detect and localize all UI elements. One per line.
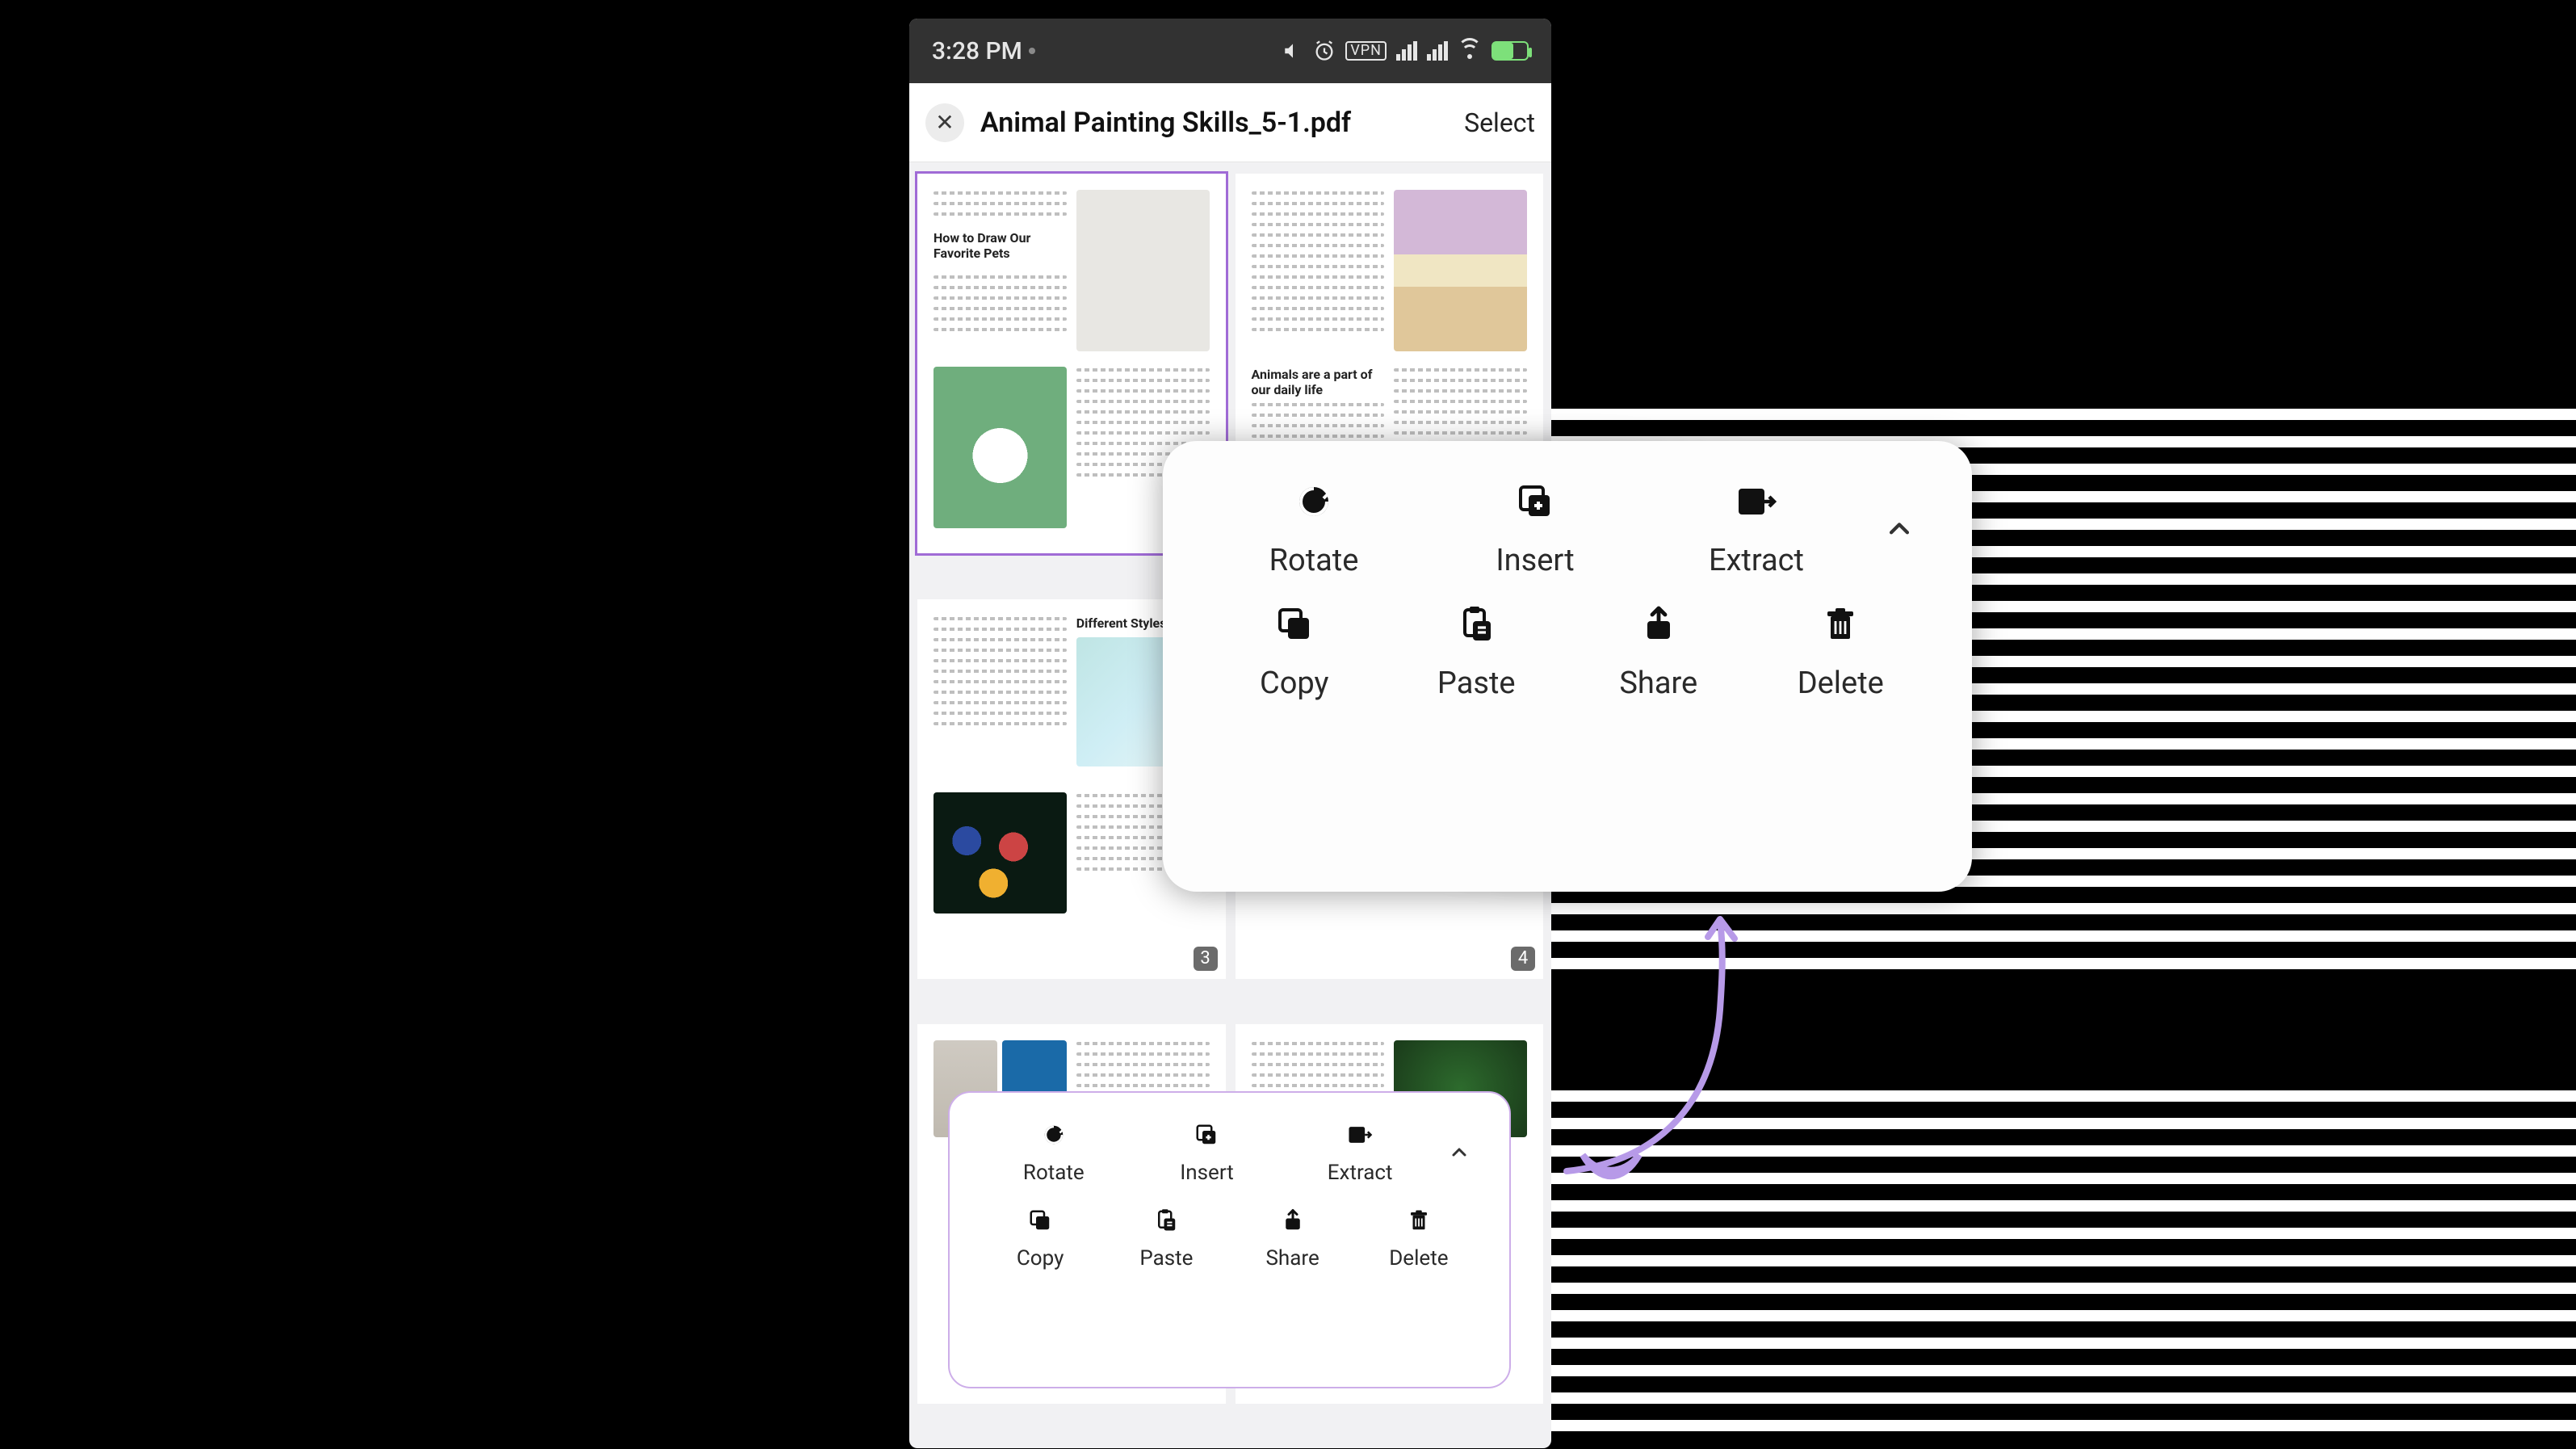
paste-icon [1454,603,1498,646]
page-1-heading: How to Draw Our Favorite Pets [933,230,1067,261]
signal-1-icon [1396,41,1417,61]
select-button[interactable]: Select [1464,107,1535,138]
status-time: 3:28 PM [932,37,1035,65]
action-label: Rotate [1269,543,1359,578]
copy-button[interactable]: Copy [1203,603,1386,701]
action-label: Share [1265,1246,1319,1270]
delete-icon [1819,603,1862,646]
paste-button[interactable]: Paste [1386,603,1568,701]
status-bar: 3:28 PM VPN [909,19,1551,83]
status-dot [1029,48,1035,54]
extract-icon [1735,480,1778,523]
action-label: Copy [1260,666,1329,701]
copy-button[interactable]: Copy [977,1206,1103,1270]
battery-icon [1491,41,1529,61]
insert-icon [1192,1120,1221,1149]
paste-button[interactable]: Paste [1103,1206,1229,1270]
action-label: Insert [1180,1161,1234,1185]
page-number: 3 [1194,947,1218,971]
chevron-up-icon [1886,515,1913,543]
rotate-icon [1039,1120,1068,1149]
extract-button[interactable]: Extract [1646,480,1867,578]
copy-icon [1026,1206,1055,1235]
action-label: Rotate [1023,1161,1085,1185]
page-actions-toolbar: Rotate Insert Extract Copy [948,1091,1511,1388]
paste-icon [1152,1206,1181,1235]
close-icon: ✕ [935,109,954,136]
rotate-button[interactable]: Rotate [1203,480,1424,578]
action-label: Delete [1798,666,1884,701]
vpn-badge: VPN [1345,41,1387,61]
delete-button[interactable]: Delete [1750,603,1932,701]
page-3-image-paintcups [933,792,1067,914]
action-label: Insert [1496,543,1574,578]
wifi-icon [1458,41,1482,61]
action-label: Delete [1389,1246,1448,1270]
share-icon [1637,603,1680,646]
extract-icon [1345,1120,1374,1149]
page-2-image-palette [1394,190,1527,351]
insert-button[interactable]: Insert [1424,480,1646,578]
mute-icon [1282,40,1303,61]
share-button[interactable]: Share [1230,1206,1356,1270]
action-label: Paste [1437,666,1516,701]
action-label: Share [1619,666,1697,701]
insert-icon [1513,480,1557,523]
rotate-icon [1292,480,1336,523]
decorative-stripes-bottom [1551,1090,2576,1446]
page-actions-callout: Rotate Insert Extract Copy [1163,441,1972,892]
share-button[interactable]: Share [1567,603,1750,701]
close-button[interactable]: ✕ [925,103,964,142]
collapse-toggle[interactable] [1437,1120,1482,1185]
action-label: Paste [1139,1246,1193,1270]
rotate-button[interactable]: Rotate [977,1120,1131,1185]
action-label: Copy [1017,1246,1064,1270]
copy-icon [1273,603,1316,646]
share-icon [1278,1206,1307,1235]
document-title: Animal Painting Skills_5-1.pdf [980,107,1464,139]
page-number: 4 [1511,947,1535,971]
insert-button[interactable]: Insert [1131,1120,1284,1185]
chevron-up-icon [1450,1143,1469,1162]
page-1-image-dog-round [933,367,1067,528]
alarm-icon [1313,40,1336,62]
extract-button[interactable]: Extract [1283,1120,1437,1185]
app-header: ✕ Animal Painting Skills_5-1.pdf Select [909,83,1551,162]
collapse-toggle[interactable] [1867,480,1932,578]
action-label: Extract [1709,543,1804,578]
action-label: Extract [1328,1161,1393,1185]
page-1-image-dog-sketch [1076,190,1210,351]
signal-2-icon [1427,41,1448,61]
delete-button[interactable]: Delete [1356,1206,1482,1270]
delete-icon [1404,1206,1433,1235]
time-text: 3:28 PM [932,37,1022,65]
